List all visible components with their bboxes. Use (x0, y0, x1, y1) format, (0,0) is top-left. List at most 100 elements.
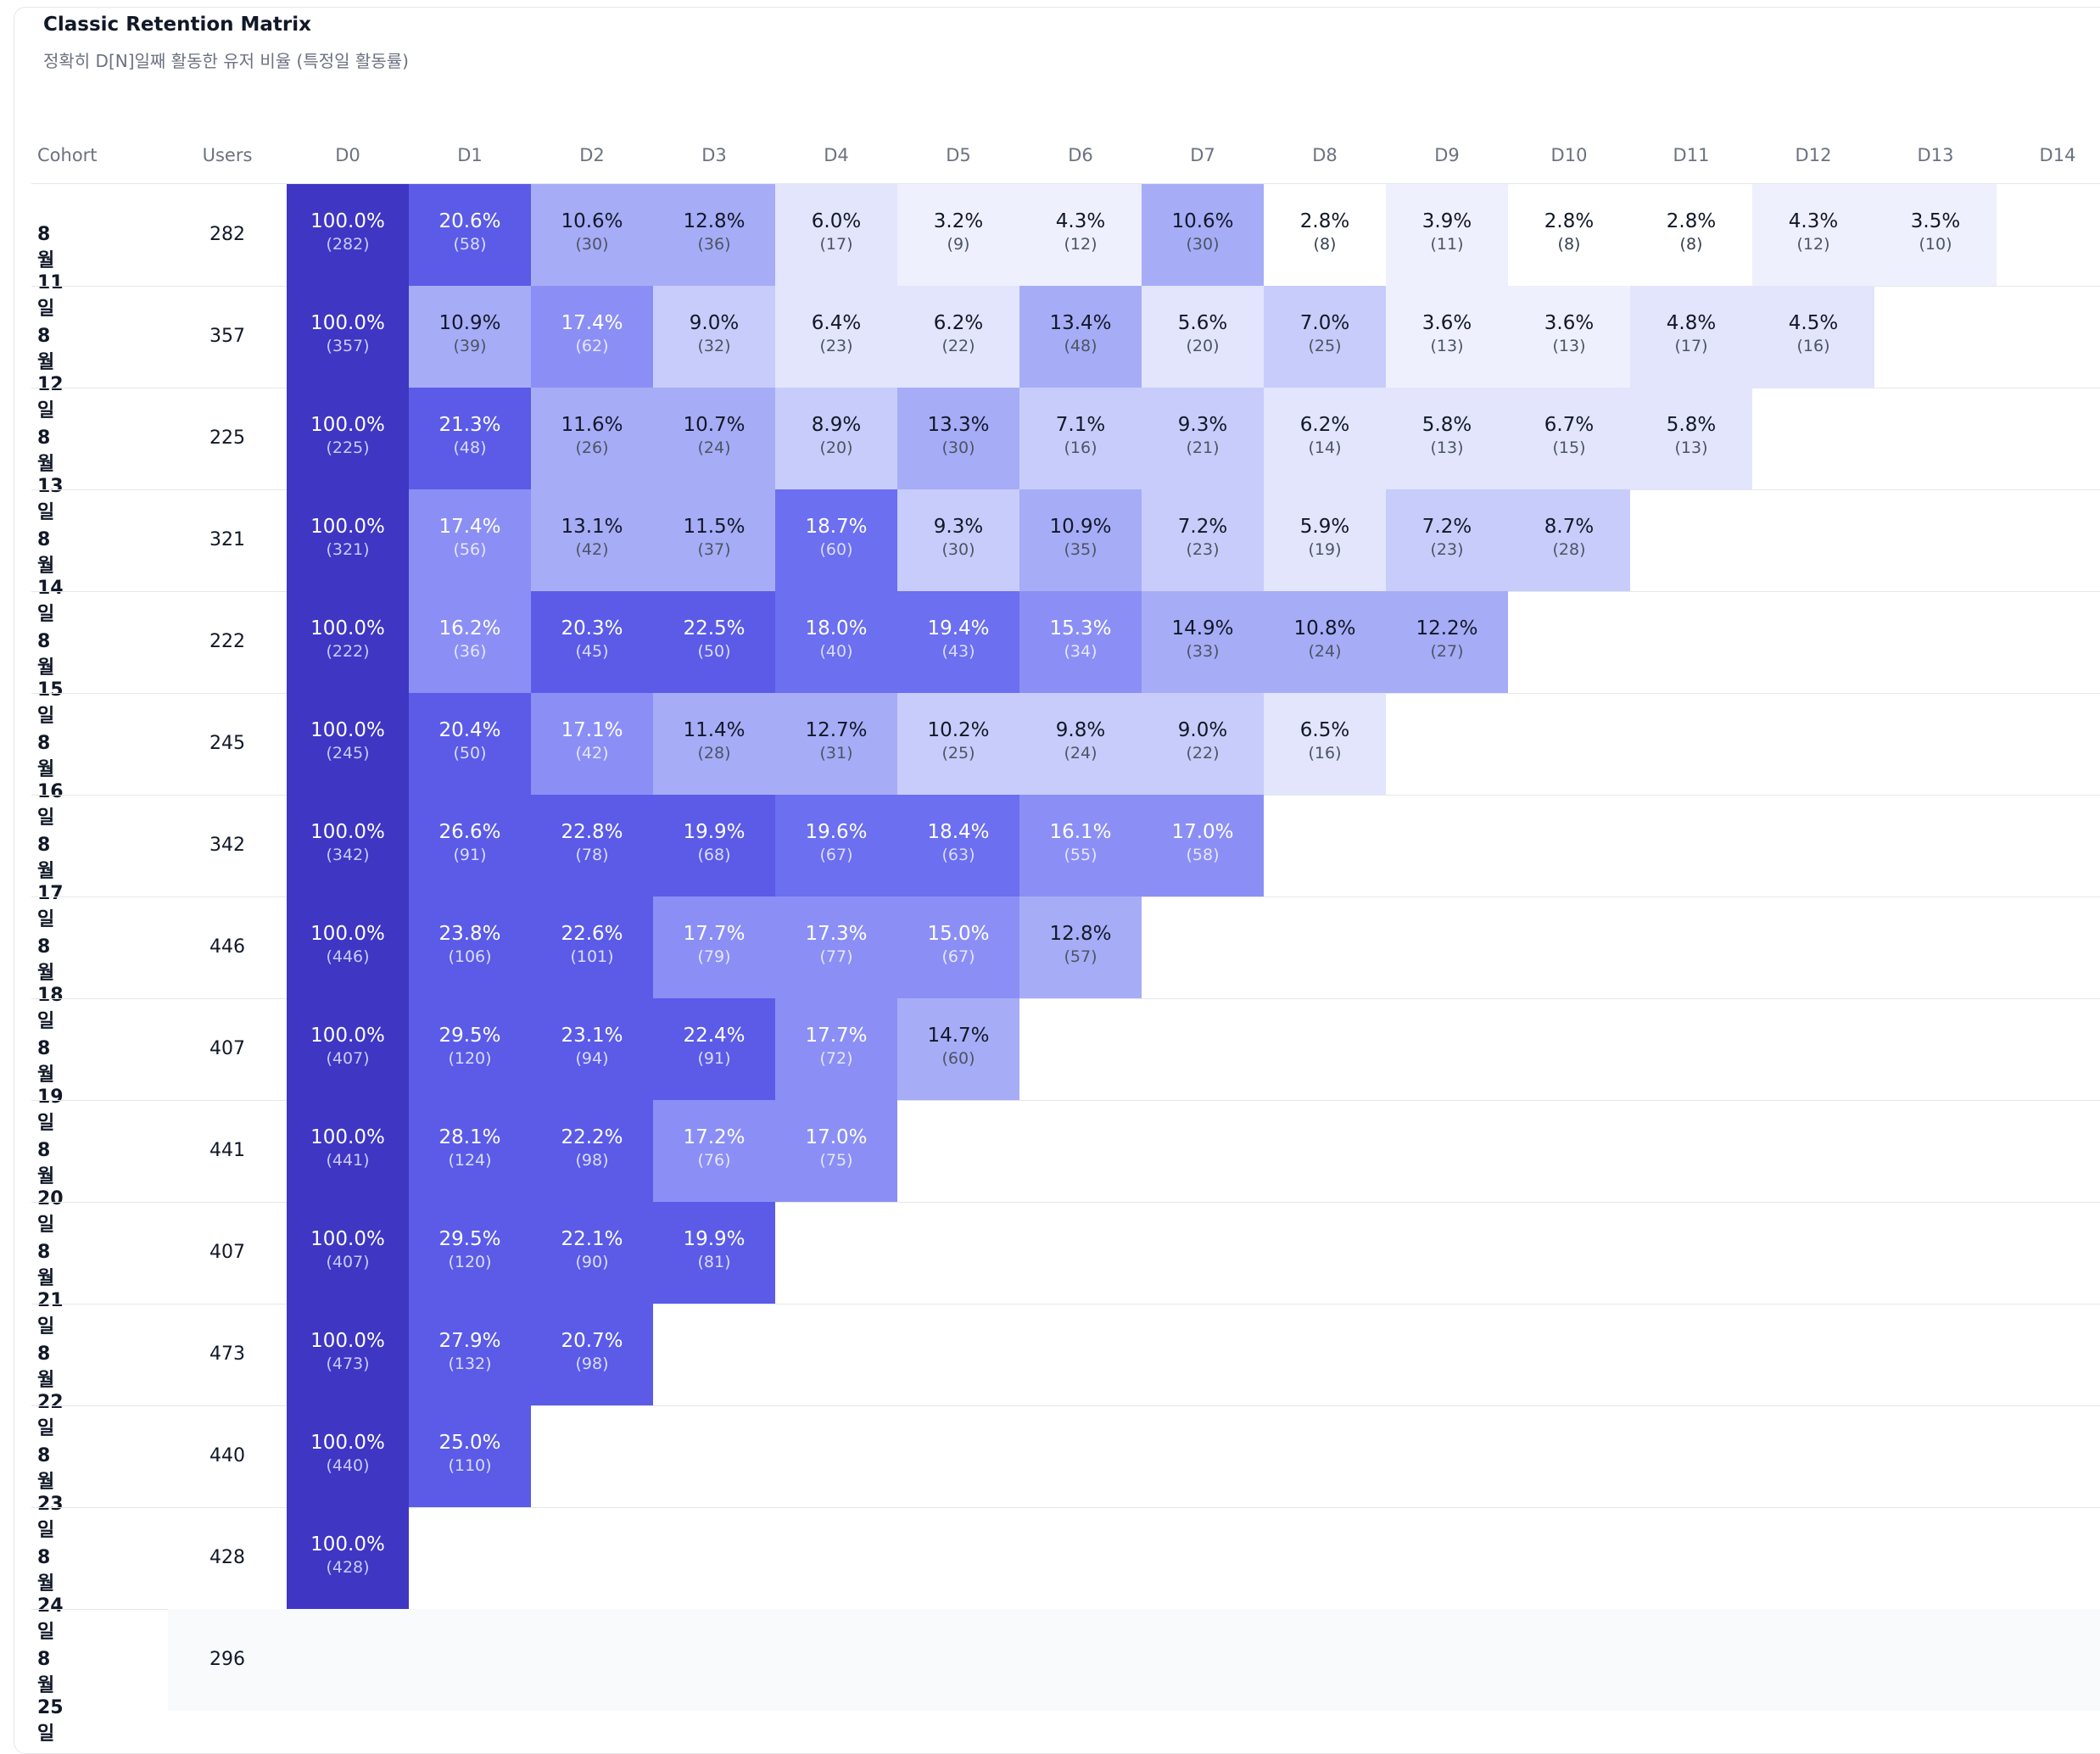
retention-count: (45) (575, 642, 609, 661)
retention-cell: 6.4% (23) (775, 286, 897, 388)
retention-percent: 100.0% (310, 1025, 385, 1047)
retention-count: (19) (1308, 540, 1342, 559)
retention-percent: 17.4% (438, 516, 501, 538)
retention-percent: 9.3% (933, 516, 984, 538)
retention-count: (43) (941, 642, 975, 661)
retention-percent: 5.9% (1299, 516, 1350, 538)
retention-cell: 7.0% (25) (1264, 286, 1386, 388)
retention-percent: 4.5% (1788, 312, 1839, 334)
cohort-label: 8월 22일 (37, 1343, 64, 1439)
column-header-d6: D6 (1068, 145, 1093, 165)
retention-count: (33) (1186, 642, 1220, 661)
retention-percent: 28.1% (438, 1126, 501, 1148)
retention-count: (8) (1557, 235, 1581, 254)
retention-percent: 100.0% (310, 312, 385, 334)
retention-count: (39) (453, 337, 487, 355)
retention-cell: 22.2% (98) (531, 1100, 653, 1202)
retention-percent: 15.3% (1049, 617, 1112, 640)
retention-count: (37) (697, 540, 731, 559)
retention-cell: 25.0% (110) (409, 1405, 531, 1507)
retention-count: (282) (326, 235, 370, 254)
retention-cell: 2.8% (8) (1630, 184, 1752, 286)
retention-percent: 6.0% (811, 210, 862, 232)
retention-cell: 17.4% (56) (409, 489, 531, 591)
retention-percent: 100.0% (310, 210, 385, 232)
retention-percent: 3.6% (1544, 312, 1595, 334)
retention-cell: 2.8% (8) (1508, 184, 1630, 286)
retention-percent: 12.8% (1049, 923, 1112, 945)
retention-percent: 100.0% (310, 719, 385, 741)
retention-cell: 9.0% (32) (653, 286, 775, 388)
retention-cell: 10.9% (35) (1019, 489, 1142, 591)
retention-count: (245) (326, 744, 370, 762)
retention-count: (98) (575, 1151, 609, 1170)
retention-cell: 19.4% (43) (897, 591, 1019, 693)
retention-percent: 14.7% (927, 1025, 990, 1047)
retention-count: (91) (453, 846, 487, 864)
retention-cell: 10.6% (30) (531, 184, 653, 286)
retention-percent: 100.0% (310, 1126, 385, 1148)
retention-percent: 100.0% (310, 617, 385, 640)
retention-count: (25) (941, 744, 975, 762)
retention-cell: 13.1% (42) (531, 489, 653, 591)
retention-cell: 4.8% (17) (1630, 286, 1752, 388)
retention-cell: 9.3% (21) (1142, 388, 1264, 489)
retention-count: (30) (941, 438, 975, 457)
retention-cell: 7.2% (23) (1386, 489, 1508, 591)
cohort-label: 8월 25일 (37, 1649, 64, 1745)
retention-percent: 22.2% (561, 1126, 623, 1148)
retention-count: (106) (448, 947, 492, 966)
retention-percent: 17.7% (805, 1025, 868, 1047)
retention-cell: 6.0% (17) (775, 184, 897, 286)
retention-cell: 8.7% (28) (1508, 489, 1630, 591)
retention-cell: 22.6% (101) (531, 897, 653, 998)
retention-percent: 3.6% (1421, 312, 1472, 334)
retention-percent: 15.0% (927, 923, 990, 945)
cohort-label: 8월 15일 (37, 631, 64, 727)
retention-cell: 15.3% (34) (1019, 591, 1142, 693)
retention-cell: 15.0% (67) (897, 897, 1019, 998)
retention-count: (42) (575, 744, 609, 762)
retention-cell: 9.8% (24) (1019, 693, 1142, 795)
retention-percent: 2.8% (1299, 210, 1350, 232)
retention-cell: 20.3% (45) (531, 591, 653, 693)
retention-cell: 16.1% (55) (1019, 795, 1142, 897)
retention-percent: 7.2% (1177, 516, 1228, 538)
retention-cell: 21.3% (48) (409, 388, 531, 489)
retention-count: (22) (1186, 744, 1220, 762)
retention-cell: 100.0% (428) (287, 1507, 409, 1609)
retention-percent: 10.2% (927, 719, 990, 741)
retention-percent: 10.6% (1171, 210, 1234, 232)
retention-count: (13) (1430, 438, 1464, 457)
retention-count: (101) (570, 947, 614, 966)
retention-count: (50) (697, 642, 731, 661)
column-header-d11: D11 (1673, 145, 1710, 165)
retention-percent: 17.7% (683, 923, 746, 945)
retention-cell: 9.0% (22) (1142, 693, 1264, 795)
retention-cell: 17.0% (75) (775, 1100, 897, 1202)
retention-count: (91) (697, 1049, 731, 1068)
retention-percent: 26.6% (438, 821, 501, 843)
retention-count: (42) (575, 540, 609, 559)
retention-percent: 6.2% (933, 312, 984, 334)
retention-count: (23) (819, 337, 853, 355)
retention-cell: 17.3% (77) (775, 897, 897, 998)
retention-cell: 9.3% (30) (897, 489, 1019, 591)
cohort-users: 245 (209, 733, 245, 754)
retention-count: (67) (941, 947, 975, 966)
retention-percent: 12.8% (683, 210, 746, 232)
retention-count: (22) (941, 337, 975, 355)
retention-cell: 100.0% (342) (287, 795, 409, 897)
retention-count: (63) (941, 846, 975, 864)
retention-count: (36) (697, 235, 731, 254)
retention-count: (14) (1308, 438, 1342, 457)
retention-percent: 20.7% (561, 1330, 623, 1352)
retention-cell: 100.0% (282) (287, 184, 409, 286)
retention-count: (15) (1552, 438, 1586, 457)
retention-percent: 5.6% (1177, 312, 1228, 334)
retention-count: (62) (575, 337, 609, 355)
retention-percent: 19.9% (683, 1228, 746, 1250)
retention-count: (407) (326, 1253, 370, 1271)
retention-cell: 100.0% (407) (287, 998, 409, 1100)
cohort-label: 8월 18일 (37, 936, 64, 1032)
